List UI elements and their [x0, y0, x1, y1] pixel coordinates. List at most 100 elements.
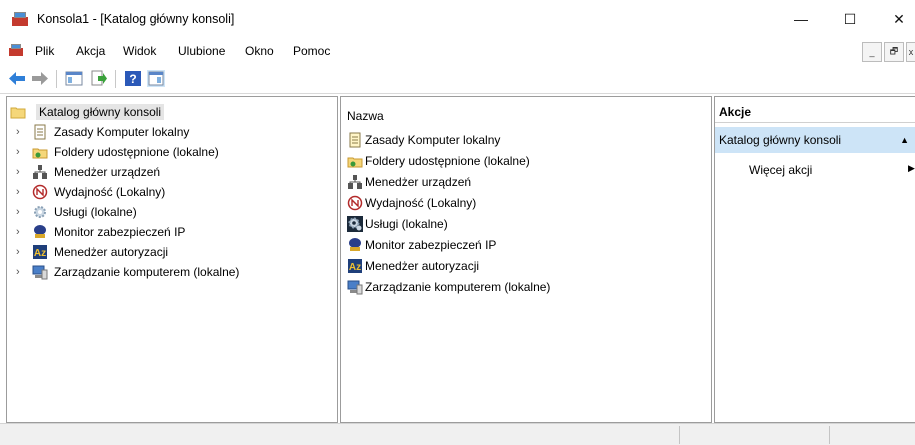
- menu-pomoc[interactable]: Pomoc: [293, 44, 330, 58]
- policy-icon: [34, 124, 46, 140]
- list-item[interactable]: Usługi (lokalne): [347, 214, 448, 233]
- list-item-label: Usługi (lokalne): [365, 216, 448, 231]
- tree-item-zarzadzanie[interactable]: › Zarządzanie komputerem (lokalne): [16, 263, 239, 281]
- device-manager-icon: [348, 174, 362, 189]
- tree-item-menedzer-urzadzen[interactable]: › Menedżer urządzeń: [16, 163, 160, 181]
- submenu-arrow-icon[interactable]: ▶: [908, 163, 915, 174]
- tree-item-uslugi[interactable]: › Usługi (lokalne): [16, 203, 137, 221]
- tree-item-wydajnosc[interactable]: › Wydajność (Lokalny): [16, 183, 165, 201]
- show-hide-action-pane-icon[interactable]: [147, 70, 165, 87]
- menu-widok[interactable]: Widok: [123, 44, 156, 58]
- tree-root-item[interactable]: Katalog główny konsoli: [10, 103, 165, 121]
- toolbar-separator: [56, 70, 57, 88]
- actions-section-header[interactable]: Katalog główny konsoli ▲: [715, 127, 915, 153]
- services-gear-icon: [34, 206, 46, 218]
- list-item-label: Menedżer urządzeń: [365, 174, 472, 189]
- tree-item-label: Wydajność (Lokalny): [54, 185, 166, 199]
- ip-security-monitor-icon: [349, 237, 361, 251]
- svg-text:Az: Az: [349, 262, 361, 273]
- svg-text:Az: Az: [34, 248, 46, 259]
- console-tree-pane[interactable]: Katalog główny konsoli › Zasady Komputer…: [6, 96, 338, 423]
- mdi-close-button[interactable]: x: [906, 42, 915, 62]
- results-list-pane[interactable]: Nazwa Zasady Komputer lokalny Foldery ud…: [340, 96, 712, 423]
- show-hide-console-tree-icon[interactable]: [65, 70, 83, 87]
- back-icon[interactable]: [8, 70, 26, 87]
- folder-icon: [10, 107, 26, 119]
- list-item[interactable]: Az Menedżer autoryzacji: [347, 256, 479, 275]
- list-item[interactable]: Zasady Komputer lokalny: [347, 130, 500, 149]
- toolbar: ?: [0, 64, 915, 94]
- actions-pane: Akcje Katalog główny konsoli ▲ Więcej ak…: [714, 96, 915, 423]
- menu-akcja[interactable]: Akcja: [76, 44, 105, 58]
- more-actions-link[interactable]: Więcej akcji: [749, 163, 812, 177]
- svg-text:?: ?: [129, 72, 136, 86]
- tree-item-label: Monitor zabezpieczeń IP: [54, 225, 186, 239]
- computer-management-icon: [347, 280, 363, 294]
- status-separator: [829, 426, 830, 444]
- list-item-label: Menedżer autoryzacji: [365, 258, 480, 273]
- list-item[interactable]: Foldery udostępnione (lokalne): [347, 151, 530, 170]
- tree-item-label: Menedżer urządzeń: [54, 165, 161, 179]
- performance-icon: [32, 184, 48, 200]
- chevron-right-icon[interactable]: ›: [16, 126, 26, 138]
- menu-okno[interactable]: Okno: [245, 44, 274, 58]
- menu-plik[interactable]: Plik: [35, 44, 54, 58]
- forward-icon[interactable]: [31, 70, 49, 87]
- chevron-right-icon[interactable]: ›: [16, 266, 26, 278]
- list-item[interactable]: Zarządzanie komputerem (lokalne): [347, 277, 550, 296]
- mmc-app-icon: [12, 12, 28, 26]
- minimize-button[interactable]: —: [778, 0, 824, 38]
- column-header-nazwa[interactable]: Nazwa: [342, 104, 710, 126]
- chevron-right-icon[interactable]: ›: [16, 206, 26, 218]
- chevron-right-icon[interactable]: ›: [16, 166, 26, 178]
- toolbar-separator: [115, 70, 116, 88]
- list-item[interactable]: Menedżer urządzeń: [347, 172, 471, 191]
- chevron-right-icon[interactable]: ›: [16, 226, 26, 238]
- list-item[interactable]: Wydajność (Lokalny): [347, 193, 476, 212]
- actions-title: Akcje: [715, 101, 915, 123]
- tree-item-label: Zarządzanie komputerem (lokalne): [54, 265, 240, 279]
- console-menu-icon[interactable]: [8, 43, 24, 57]
- shared-folder-icon: [347, 157, 363, 167]
- mdi-controls: _ 🗗 x: [862, 42, 915, 64]
- tree-item-monitor-ip[interactable]: › Monitor zabezpieczeń IP: [16, 223, 185, 241]
- export-list-icon[interactable]: [90, 70, 108, 87]
- list-item-label: Zasady Komputer lokalny: [365, 132, 501, 147]
- window-title: Konsola1 - [Katalog główny konsoli]: [37, 12, 235, 26]
- authorization-manager-icon: Az: [33, 245, 47, 259]
- tree-item-zasady[interactable]: › Zasady Komputer lokalny: [16, 123, 189, 141]
- tree-item-label: Menedżer autoryzacji: [54, 245, 169, 259]
- tree-root-label: Katalog główny konsoli: [36, 104, 165, 120]
- list-item[interactable]: Monitor zabezpieczeń IP: [347, 235, 496, 254]
- list-item-label: Foldery udostępnione (lokalne): [365, 153, 530, 168]
- computer-management-icon: [32, 265, 48, 280]
- tree-item-menedzer-autoryzacji[interactable]: › Az Menedżer autoryzacji: [16, 243, 168, 261]
- title-bar: Konsola1 - [Katalog główny konsoli] — ☐ …: [0, 0, 915, 38]
- help-icon[interactable]: ?: [124, 70, 142, 87]
- menu-ulubione[interactable]: Ulubione: [178, 44, 225, 58]
- mdi-minimize-button[interactable]: _: [862, 42, 882, 62]
- shared-folder-icon: [32, 148, 48, 159]
- device-manager-icon: [33, 165, 47, 179]
- tree-item-label: Usługi (lokalne): [54, 205, 137, 219]
- maximize-button[interactable]: ☐: [827, 0, 873, 38]
- actions-section-label: Katalog główny konsoli: [719, 133, 842, 147]
- mdi-restore-button[interactable]: 🗗: [884, 42, 904, 62]
- collapse-up-icon[interactable]: ▲: [900, 135, 909, 145]
- list-item-label: Monitor zabezpieczeń IP: [365, 237, 497, 252]
- chevron-right-icon[interactable]: ›: [16, 186, 26, 198]
- close-button[interactable]: ✕: [876, 0, 915, 38]
- menu-bar: Plik Akcja Widok Ulubione Okno Pomoc: [0, 38, 915, 64]
- tree-item-foldery[interactable]: › Foldery udostępnione (lokalne): [16, 143, 219, 161]
- tree-item-label: Zasady Komputer lokalny: [54, 125, 190, 139]
- tree-item-label: Foldery udostępnione (lokalne): [54, 145, 219, 159]
- chevron-right-icon[interactable]: ›: [16, 146, 26, 158]
- authorization-manager-icon: Az: [348, 258, 362, 273]
- list-item-label: Zarządzanie komputerem (lokalne): [365, 279, 551, 294]
- performance-icon: [347, 195, 363, 210]
- column-header-label: Nazwa: [347, 109, 384, 123]
- chevron-right-icon[interactable]: ›: [16, 246, 26, 258]
- status-bar: [0, 423, 915, 445]
- list-item-label: Wydajność (Lokalny): [365, 195, 477, 210]
- ip-security-monitor-icon: [34, 225, 46, 238]
